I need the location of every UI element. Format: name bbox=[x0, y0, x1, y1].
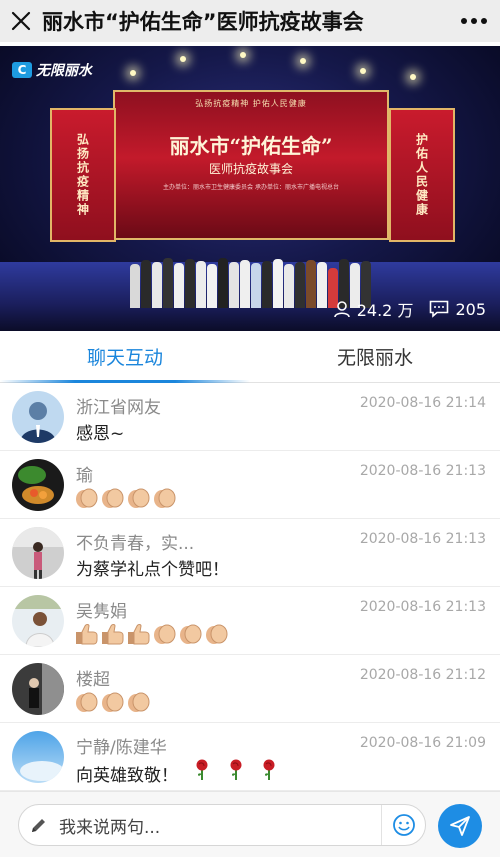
comment-count: 205 bbox=[429, 300, 486, 319]
close-icon[interactable] bbox=[0, 0, 42, 42]
clap-icon bbox=[74, 691, 99, 713]
avatar[interactable] bbox=[12, 731, 64, 783]
thumbs-up-icon bbox=[100, 623, 125, 645]
message-author: 吴隽娟 bbox=[76, 602, 127, 622]
right-banner: 护佑人民健康 bbox=[389, 108, 455, 242]
avatar[interactable] bbox=[12, 595, 64, 647]
list-item: 吴隽娟 2020-08-16 21:13 bbox=[0, 587, 500, 655]
clap-icon bbox=[152, 487, 177, 509]
screen-slogan: 弘扬抗疫精神 护佑人民健康 bbox=[195, 99, 307, 108]
avatar[interactable] bbox=[12, 663, 64, 715]
message-text: 感恩~ bbox=[76, 424, 125, 444]
clap-icon bbox=[100, 487, 125, 509]
thumbs-up-icon bbox=[74, 623, 99, 645]
message-author: 宁静/陈建华 bbox=[76, 738, 167, 758]
message-author: 浙江省网友 bbox=[76, 398, 161, 418]
title-bar: 丽水市“护佑生命”医师抗疫故事会 bbox=[0, 0, 500, 42]
comment-count-value: 205 bbox=[455, 299, 486, 319]
viewer-count-value: 24.2 万 bbox=[356, 301, 414, 320]
screen-footer: 主办单位：丽水市卫生健康委员会 承办单位：丽水市广播电视总台 bbox=[163, 184, 339, 191]
screen-subtitle: 医师抗疫故事会 bbox=[208, 162, 293, 176]
comment-icon bbox=[430, 300, 449, 318]
channel-logo: C 无限丽水 bbox=[12, 60, 92, 80]
screen-title: 丽水市“护佑生命” bbox=[169, 134, 333, 158]
avatar[interactable] bbox=[12, 459, 64, 511]
avatar[interactable] bbox=[12, 527, 64, 579]
left-banner: 弘扬抗疫精神 bbox=[50, 108, 116, 242]
channel-logo-text: 无限丽水 bbox=[36, 63, 92, 79]
message-time: 2020-08-16 21:14 bbox=[359, 395, 486, 411]
send-button[interactable] bbox=[438, 804, 482, 848]
message-time: 2020-08-16 21:12 bbox=[359, 667, 486, 683]
page-title: 丽水市“护佑生命”医师抗疫故事会 bbox=[42, 10, 364, 34]
pencil-icon bbox=[19, 816, 59, 834]
message-text: 为蔡学礼点个赞吧！ bbox=[76, 560, 229, 580]
message-author: 楼超 bbox=[76, 670, 110, 690]
composer-bar: 我来说两句... bbox=[0, 791, 500, 857]
message-text-content: 向英雄致敬！ bbox=[76, 766, 178, 786]
clap-icon bbox=[126, 487, 151, 509]
message-time: 2020-08-16 21:13 bbox=[359, 463, 486, 479]
message-author: 不负青春，实... bbox=[76, 534, 195, 554]
list-item: 浙江省网友 2020-08-16 21:14 感恩~ bbox=[0, 383, 500, 451]
comment-input[interactable]: 我来说两句... bbox=[18, 804, 426, 846]
message-time: 2020-08-16 21:13 bbox=[359, 531, 486, 547]
list-item: 楼超 2020-08-16 21:12 bbox=[0, 655, 500, 723]
rose-icon bbox=[227, 759, 245, 781]
chat-list[interactable]: 浙江省网友 2020-08-16 21:14 感恩~ 瑜 2020-08-16 … bbox=[0, 383, 500, 791]
stage-screen: 弘扬抗疫精神 护佑人民健康 丽水市“护佑生命” 医师抗疫故事会 主办单位：丽水市… bbox=[113, 90, 389, 240]
message-emoji bbox=[74, 691, 151, 713]
smiley-icon[interactable] bbox=[381, 805, 425, 845]
list-item: 不负青春，实... 2020-08-16 21:13 为蔡学礼点个赞吧！ bbox=[0, 519, 500, 587]
message-author: 瑜 bbox=[76, 466, 93, 486]
live-video[interactable]: C 无限丽水 弘扬抗疫精神 护佑人民健康 丽水市“护佑生命” 医师抗疫故事会 主… bbox=[0, 46, 500, 331]
viewer-count: 24.2 万 bbox=[333, 297, 414, 321]
message-emoji bbox=[74, 487, 177, 509]
message-time: 2020-08-16 21:09 bbox=[359, 735, 486, 751]
message-emoji bbox=[74, 623, 229, 645]
list-item: 瑜 2020-08-16 21:13 bbox=[0, 451, 500, 519]
send-icon bbox=[450, 816, 470, 836]
more-icon[interactable] bbox=[448, 0, 500, 42]
message-time: 2020-08-16 21:13 bbox=[359, 599, 486, 615]
channel-logo-icon: C bbox=[12, 62, 32, 78]
avatar[interactable] bbox=[12, 391, 64, 443]
clap-icon bbox=[126, 691, 151, 713]
rose-icon bbox=[260, 759, 278, 781]
message-text: 向英雄致敬！ bbox=[76, 759, 278, 786]
clap-icon bbox=[100, 691, 125, 713]
rose-icon bbox=[193, 759, 211, 781]
tab-wuxian-lishui[interactable]: 无限丽水 bbox=[250, 331, 500, 382]
clap-icon bbox=[74, 487, 99, 509]
thumbs-up-icon bbox=[126, 623, 151, 645]
clap-icon bbox=[152, 623, 177, 645]
video-stats: 24.2 万 205 bbox=[333, 297, 486, 321]
clap-icon bbox=[178, 623, 203, 645]
tab-chat[interactable]: 聊天互动 bbox=[0, 331, 250, 383]
tab-bar: 聊天互动 无限丽水 bbox=[0, 331, 500, 383]
comment-placeholder: 我来说两句... bbox=[59, 817, 161, 838]
user-icon bbox=[333, 301, 350, 318]
list-item: 宁静/陈建华 2020-08-16 21:09 向英雄致敬！ bbox=[0, 723, 500, 791]
clap-icon bbox=[204, 623, 229, 645]
